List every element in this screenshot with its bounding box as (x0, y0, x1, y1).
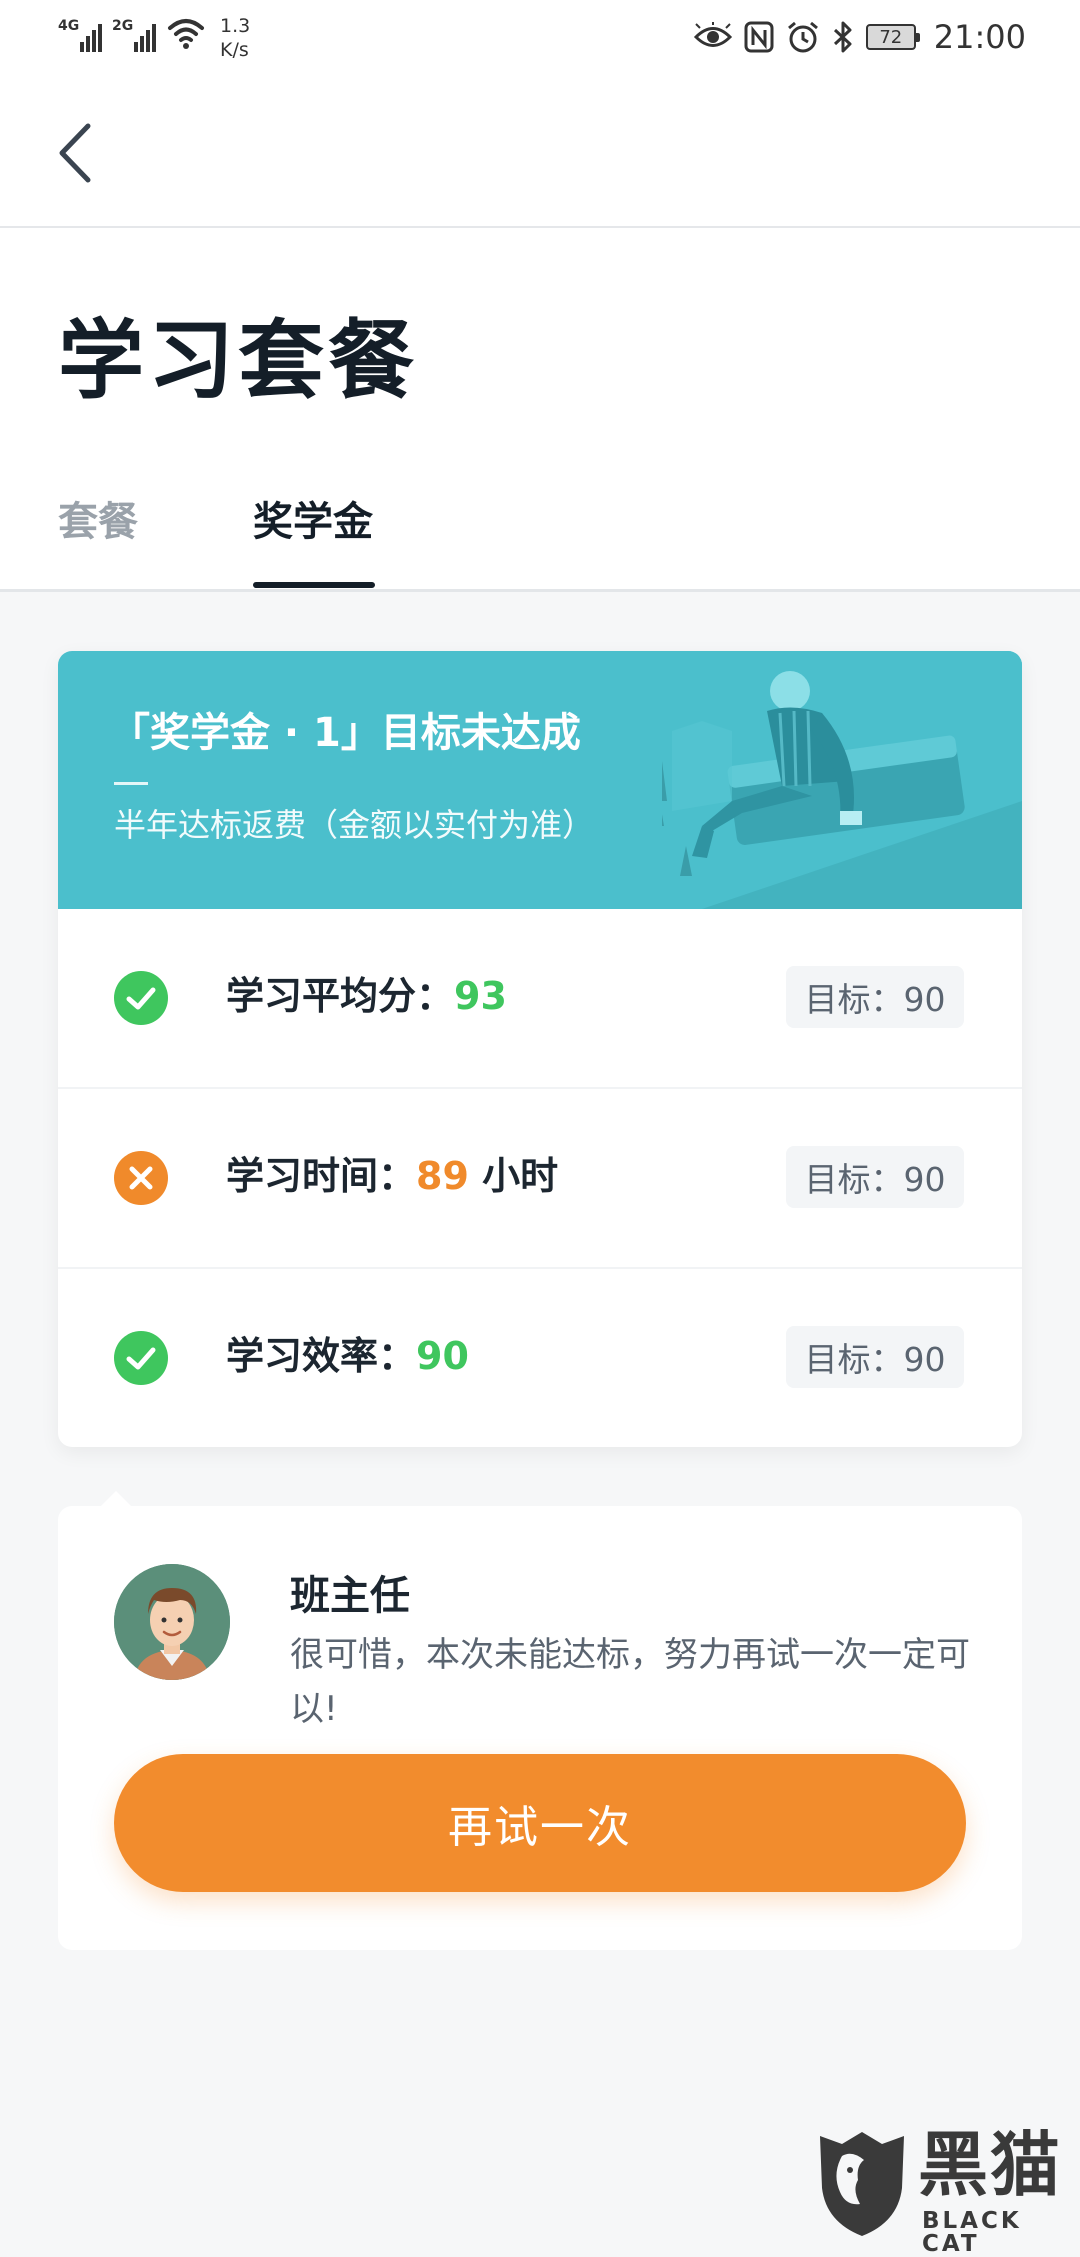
metric-label: 学习效率： (226, 1334, 417, 1378)
top-background (0, 0, 1080, 592)
target-badge: 目标：90 (786, 966, 964, 1028)
teacher-name: 班主任 (290, 1573, 410, 1619)
signal-2g-icon: 2G (112, 14, 156, 52)
status-bar: 4G 2G 1.3 K/s 72 21:00 (0, 0, 1080, 80)
metric-value: 89 (416, 1154, 469, 1198)
wifi-icon (168, 19, 204, 49)
scholarship-banner: 「奖学金 · 1」目标未达成 半年达标返费（金额以实付为准） (58, 651, 1022, 909)
header-divider (0, 226, 1080, 228)
blackcat-watermark: 黑猫 BLACK CAT (800, 2124, 1080, 2256)
metric-row-study-time: 学习时间：89 小时 目标：90 (58, 1089, 1022, 1269)
metric-value: 93 (454, 974, 507, 1018)
cross-circle-icon (114, 1151, 168, 1205)
teacher-message-card: 班主任 很可惜，本次未能达标，努力再试一次一定可以! 再试一次 (58, 1506, 1022, 1950)
metric-text: 学习平均分：93 (226, 977, 507, 1015)
bluetooth-icon (833, 21, 852, 53)
page-title: 学习套餐 (58, 311, 418, 411)
metric-unit: 小时 (468, 1154, 559, 1198)
tab-scholarship[interactable]: 奖学金 (253, 502, 373, 542)
metric-label: 学习平均分： (226, 974, 455, 1018)
net-speed-value: 1.3 (220, 15, 251, 37)
signal-4g-icon: 4G (58, 14, 102, 52)
watermark-subtext: BLACK CAT (922, 2208, 1022, 2257)
speech-pointer (100, 1491, 132, 1507)
back-button[interactable] (50, 118, 110, 188)
cat-shield-logo-icon (820, 2132, 904, 2236)
check-circle-icon (114, 1331, 168, 1385)
signal-2g-label: 2G (112, 18, 134, 34)
metric-label: 学习时间： (226, 1154, 417, 1198)
teacher-message: 很可惜，本次未能达标，努力再试一次一定可以! (290, 1635, 970, 1729)
watermark-text: 黑猫 (918, 2124, 1062, 2206)
scholarship-card: 「奖学金 · 1」目标未达成 半年达标返费（金额以实付为准） 学习平均分：93 … (58, 651, 1022, 1447)
banner-title: 「奖学金 · 1」目标未达成 (110, 710, 581, 756)
metric-row-efficiency: 学习效率：90 目标：90 (58, 1269, 1022, 1447)
tab-package[interactable]: 套餐 (58, 502, 138, 542)
student-sitting-on-book-illustration (662, 651, 1022, 909)
alarm-icon (787, 21, 818, 53)
tabs-divider (0, 589, 1080, 592)
avatar (114, 1564, 230, 1680)
retry-button[interactable]: 再试一次 (114, 1754, 966, 1892)
metric-text: 学习时间：89 小时 (226, 1157, 558, 1195)
eye-icon (693, 22, 732, 47)
signal-4g-label: 4G (58, 18, 80, 34)
net-speed: 1.3 K/s (220, 14, 250, 62)
metric-value: 90 (416, 1334, 469, 1378)
net-speed-unit: K/s (220, 39, 249, 61)
chevron-left-icon (59, 123, 91, 183)
nfc-icon (744, 21, 774, 53)
check-circle-icon (114, 971, 168, 1025)
target-badge: 目标：90 (786, 1146, 964, 1208)
battery-level: 72 (879, 26, 903, 48)
banner-subtitle: 半年达标返费（金额以实付为准） (114, 806, 595, 844)
metric-row-average-score: 学习平均分：93 目标：90 (58, 909, 1022, 1089)
clock: 21:00 (933, 18, 1026, 56)
target-badge: 目标：90 (786, 1326, 964, 1388)
active-tab-indicator (253, 582, 375, 588)
metric-text: 学习效率：90 (226, 1337, 469, 1375)
banner-dash (114, 782, 148, 785)
battery-icon: 72 (865, 24, 920, 50)
